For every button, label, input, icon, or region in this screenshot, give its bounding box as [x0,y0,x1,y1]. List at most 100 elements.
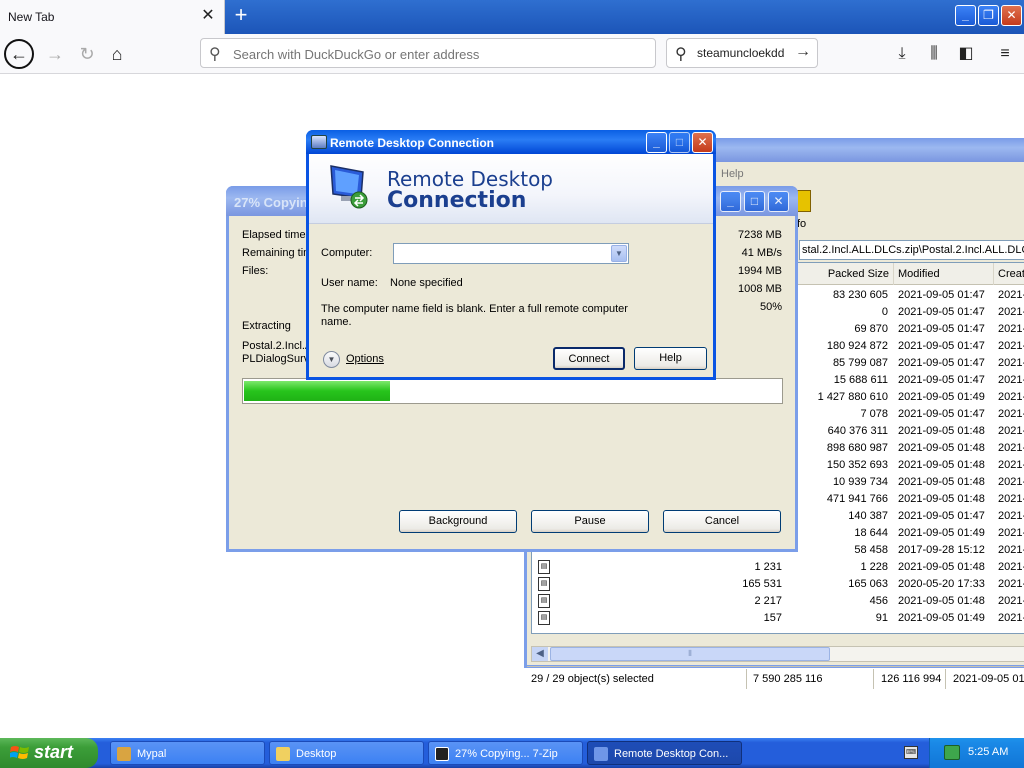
task-label: 27% Copying... 7-Zip [455,748,558,760]
search-bar-text: steamuncloekdd [697,46,785,60]
cell-packed: 18 644 [854,527,888,539]
menu-help[interactable]: Help [721,168,744,180]
status-packed: 126 116 994 [881,673,942,685]
cell-created: 2021-0 [998,476,1024,488]
library-icon[interactable]: ⫼ [922,42,946,66]
cancel-button[interactable]: Cancel [663,510,781,533]
background-button[interactable]: Background [399,510,517,533]
task-7zip[interactable]: 27% Copying... 7-Zip [428,741,583,765]
rdc-message: The computer name field is blank. Enter … [321,303,628,328]
start-button[interactable]: start [0,738,98,768]
table-row[interactable]: ▤ 165 531 165 063 2020-05-20 17:33 2021-0 [532,576,1024,593]
url-input[interactable] [233,45,633,63]
file-icon: ▤ [538,594,550,608]
search-go-arrow-icon[interactable]: → [795,43,811,61]
rdc-titlebar[interactable]: Remote Desktop Connection _ □ ✕ [306,130,716,154]
search-icon: ⚲ [675,46,687,63]
task-label: Mypal [137,748,167,760]
back-arrow-icon[interactable]: ← [4,39,34,69]
close-icon[interactable]: ✕ [692,132,713,153]
horizontal-scrollbar[interactable]: ◀ ⦀ [531,646,1024,662]
status-selected: 29 / 29 object(s) selected [531,673,654,685]
folder-icon [276,747,290,761]
desktop: New Tab ✕ + _ ❐ ✕ ← → ↻ ⌂ ⚲ ⚲ steamunclo… [0,0,1024,768]
info-label: fo [797,218,807,230]
close-window-icon[interactable]: ✕ [1001,5,1022,26]
options-link[interactable]: Options [346,353,384,365]
cell-packed: 15 688 611 [833,374,888,386]
home-icon[interactable]: ⌂ [102,39,132,69]
minimize-icon[interactable]: _ [720,191,741,212]
cell-created: 2021-0 [998,442,1024,454]
sidebar-icon[interactable]: ◧ [954,42,978,66]
computer-combobox[interactable]: ▼ [393,243,629,264]
maximize-icon[interactable]: □ [744,191,765,212]
reload-icon[interactable]: ↻ [72,39,102,69]
cell-packed: 640 376 311 [827,425,888,437]
cell-modified: 2021-09-05 01:47 [898,357,985,369]
cell-modified: 2021-09-05 01:48 [898,442,985,454]
username-label: User name: [321,277,378,289]
column-header-packed[interactable]: Packed Size [786,263,894,285]
download-icon[interactable]: ⤓ [890,42,914,66]
new-tab-plus-icon[interactable]: + [229,4,253,28]
remote-desktop-dialog: Remote Desktop Connection _ □ ✕ Remote D… [306,130,716,380]
url-bar[interactable]: ⚲ [200,38,656,68]
restore-icon[interactable]: ❐ [978,5,999,26]
table-row[interactable]: ▤ 157 91 2021-09-05 01:49 2021-0 [532,610,1024,627]
task-desktop[interactable]: Desktop [269,741,424,765]
task-label: Desktop [296,748,337,760]
cell-modified: 2021-09-05 01:47 [898,323,985,335]
windows-logo-icon [10,746,29,759]
cell-size: 165 531 [742,578,782,590]
cell-packed: 0 [881,306,888,318]
menu-hamburger-icon[interactable]: ≡ [993,42,1017,66]
path-field[interactable]: stal.2.Incl.ALL.DLCs.zip\Postal.2.Incl.A… [799,240,1024,260]
file-icon: ▤ [538,611,550,625]
options-expand-icon[interactable]: ▼ [323,351,340,368]
table-row[interactable]: ▤ 2 217 456 2021-09-05 01:48 2021-0 [532,593,1024,610]
pause-button[interactable]: Pause [531,510,649,533]
taskbar: start Mypal Desktop 27% Copying... 7-Zip… [0,738,1024,768]
username-value: None specified [390,277,463,289]
column-header-modified[interactable]: Modified [894,263,994,285]
help-button[interactable]: Help [634,347,707,370]
minimize-icon[interactable]: _ [646,132,667,153]
search-icon: ⚲ [209,46,221,63]
scroll-left-icon[interactable]: ◀ [532,647,548,661]
tab-close-icon[interactable]: ✕ [199,6,217,26]
close-icon[interactable]: ✕ [768,191,789,212]
task-remote-desktop[interactable]: Remote Desktop Con... [587,741,742,765]
rdc-title-icon [311,135,327,149]
monitor-icon [594,747,608,761]
browser-tabbar: New Tab ✕ + _ ❐ ✕ [0,0,1024,34]
network-icon[interactable] [944,745,960,760]
scroll-thumb[interactable]: ⦀ [550,647,830,661]
cell-size: 1 231 [754,561,782,573]
cell-modified: 2021-09-05 01:48 [898,561,985,573]
table-row[interactable]: ▤ 1 231 1 228 2021-09-05 01:48 2021-0 [532,559,1024,576]
file-icon: ▤ [538,577,550,591]
forward-arrow-icon[interactable]: → [40,39,70,69]
cell-created: 2021-0 [998,561,1024,573]
keyboard-icon[interactable]: ⌨ [904,746,918,759]
cell-packed: 58 458 [854,544,888,556]
search-bar[interactable]: ⚲ steamuncloekdd → [666,38,818,68]
chevron-down-icon[interactable]: ▼ [611,245,627,262]
maximize-icon: □ [669,132,690,153]
progress-bar-fill [244,381,390,401]
cell-modified: 2021-09-05 01:47 [898,306,985,318]
current-file-line2: PLDialogSurv [242,353,310,365]
task-mypal[interactable]: Mypal [110,741,265,765]
minimize-icon[interactable]: _ [955,5,976,26]
tab-new-tab[interactable]: New Tab ✕ [0,0,225,34]
7zip-icon [435,747,449,761]
cell-created: 2021-0 [998,578,1024,590]
cell-created: 2021-0 [998,510,1024,522]
cell-created: 2021-0 [998,544,1024,556]
cell-modified: 2021-09-05 01:47 [898,408,985,420]
rdc-banner: Remote Desktop Connection [309,154,713,224]
info-icon[interactable] [797,190,811,212]
column-header-created[interactable]: Create [994,263,1024,285]
connect-button[interactable]: Connect [553,347,625,370]
